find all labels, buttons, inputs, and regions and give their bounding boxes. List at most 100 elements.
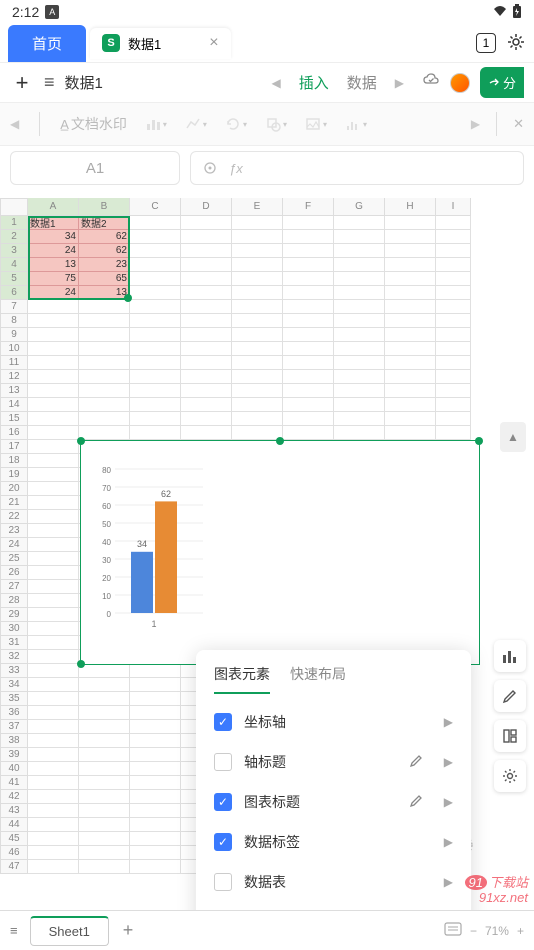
cell[interactable]: [28, 594, 79, 608]
cell[interactable]: [79, 804, 130, 818]
cell[interactable]: [436, 286, 471, 300]
cell[interactable]: [130, 734, 181, 748]
nav-data[interactable]: 数据: [347, 72, 377, 93]
cell[interactable]: [232, 370, 283, 384]
row-header[interactable]: 32: [0, 650, 28, 664]
cell[interactable]: [28, 846, 79, 860]
row-header[interactable]: 29: [0, 608, 28, 622]
cell[interactable]: [232, 244, 283, 258]
pencil-icon[interactable]: [494, 680, 526, 712]
cell[interactable]: [79, 314, 130, 328]
row-header[interactable]: 39: [0, 748, 28, 762]
keyboard-icon[interactable]: [444, 922, 462, 939]
row-header[interactable]: 23: [0, 524, 28, 538]
cell[interactable]: [79, 748, 130, 762]
cell[interactable]: [232, 398, 283, 412]
row-header[interactable]: 38: [0, 734, 28, 748]
row-header[interactable]: 20: [0, 482, 28, 496]
cell[interactable]: [28, 496, 79, 510]
row-header[interactable]: 4: [0, 258, 28, 272]
cell[interactable]: [28, 790, 79, 804]
cell[interactable]: [28, 636, 79, 650]
cell[interactable]: [28, 566, 79, 580]
chart-object[interactable]: 01020 304050 607080 34 62 1: [80, 440, 480, 665]
row-header[interactable]: 12: [0, 370, 28, 384]
cell[interactable]: [436, 370, 471, 384]
row-header[interactable]: 11: [0, 356, 28, 370]
popup-tab-elements[interactable]: 图表元素: [214, 664, 270, 694]
cell[interactable]: [79, 762, 130, 776]
refresh-button[interactable]: ▾: [225, 116, 247, 132]
cell[interactable]: [28, 608, 79, 622]
cell[interactable]: 62: [79, 244, 130, 258]
cell[interactable]: [385, 314, 436, 328]
share-button[interactable]: 分: [480, 67, 524, 98]
cell[interactable]: [130, 748, 181, 762]
cell[interactable]: [28, 734, 79, 748]
cell[interactable]: [436, 258, 471, 272]
cell[interactable]: [181, 426, 232, 440]
row-header[interactable]: 5: [0, 272, 28, 286]
row-header[interactable]: 34: [0, 678, 28, 692]
cell[interactable]: [28, 370, 79, 384]
cell[interactable]: [334, 286, 385, 300]
cell[interactable]: [283, 412, 334, 426]
nav-prev-icon[interactable]: ◀: [271, 76, 280, 90]
line-chart-button[interactable]: ▾: [185, 116, 207, 132]
cell[interactable]: [130, 272, 181, 286]
checkbox[interactable]: [214, 793, 232, 811]
cell[interactable]: [130, 678, 181, 692]
cell[interactable]: [181, 244, 232, 258]
cell[interactable]: [28, 538, 79, 552]
cell[interactable]: [232, 272, 283, 286]
cell[interactable]: [283, 356, 334, 370]
cell[interactable]: [130, 692, 181, 706]
cell[interactable]: [28, 664, 79, 678]
cell[interactable]: [385, 286, 436, 300]
cell[interactable]: [283, 272, 334, 286]
cell[interactable]: [283, 370, 334, 384]
cell[interactable]: [283, 426, 334, 440]
cell[interactable]: [79, 300, 130, 314]
cell[interactable]: [130, 216, 181, 230]
cell[interactable]: [232, 230, 283, 244]
cell[interactable]: [385, 272, 436, 286]
tab-home[interactable]: 首页: [8, 25, 86, 62]
row-header[interactable]: 1: [0, 216, 28, 230]
cell[interactable]: [436, 356, 471, 370]
cell[interactable]: [385, 426, 436, 440]
cell[interactable]: [28, 314, 79, 328]
cell[interactable]: [283, 216, 334, 230]
cell[interactable]: [28, 454, 79, 468]
row-header[interactable]: 44: [0, 818, 28, 832]
cell[interactable]: [28, 300, 79, 314]
pencil-icon[interactable]: [409, 753, 424, 771]
popup-item[interactable]: 误差线▶: [196, 902, 471, 910]
cell[interactable]: [334, 216, 385, 230]
sheet-list-icon[interactable]: ≡: [10, 923, 18, 938]
cell[interactable]: 24: [28, 244, 79, 258]
cell[interactable]: [334, 300, 385, 314]
cell[interactable]: [283, 342, 334, 356]
row-header[interactable]: 36: [0, 706, 28, 720]
cell[interactable]: [28, 524, 79, 538]
cell[interactable]: [181, 230, 232, 244]
cell[interactable]: [28, 692, 79, 706]
avatar[interactable]: [450, 73, 470, 93]
nav-insert[interactable]: 插入: [299, 72, 329, 93]
cell[interactable]: [181, 300, 232, 314]
cell[interactable]: [385, 216, 436, 230]
row-header[interactable]: 8: [0, 314, 28, 328]
add-button[interactable]: +: [10, 70, 34, 96]
cell[interactable]: [334, 356, 385, 370]
cell[interactable]: [79, 846, 130, 860]
col-header[interactable]: F: [283, 198, 334, 216]
cell[interactable]: [130, 258, 181, 272]
cell[interactable]: [232, 216, 283, 230]
checkbox[interactable]: [214, 833, 232, 851]
cell[interactable]: [79, 776, 130, 790]
cell[interactable]: 65: [79, 272, 130, 286]
cell[interactable]: 13: [28, 258, 79, 272]
row-header[interactable]: 14: [0, 398, 28, 412]
cell[interactable]: [28, 762, 79, 776]
